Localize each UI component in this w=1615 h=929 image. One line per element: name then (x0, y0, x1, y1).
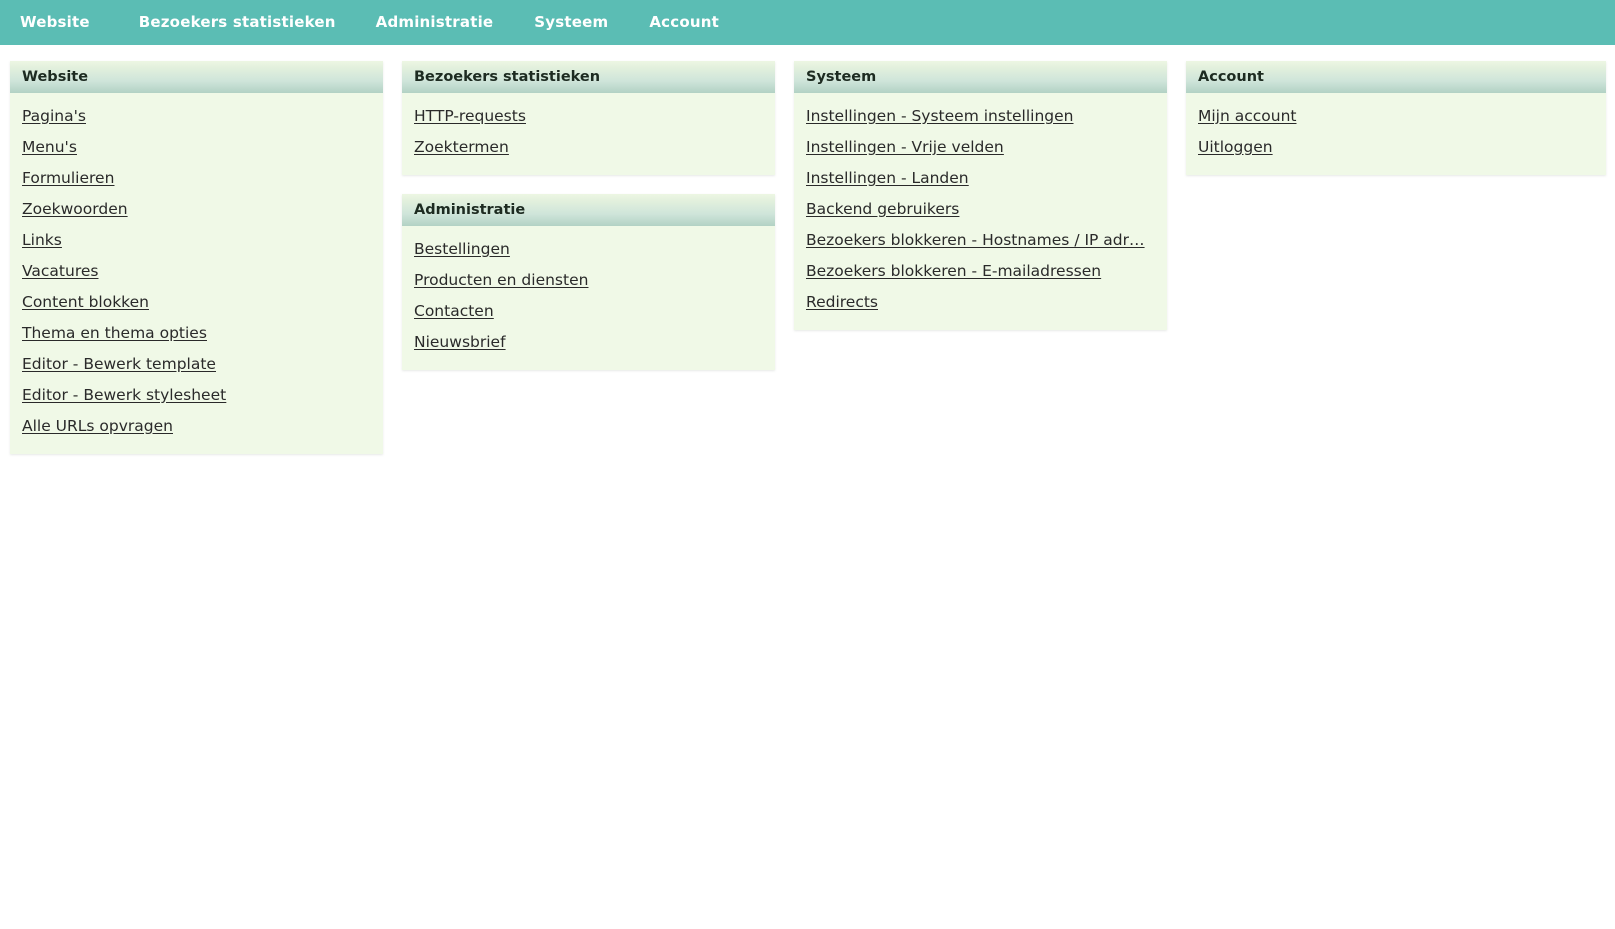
link-label: Producten en diensten (414, 271, 589, 289)
nav-item-account[interactable]: Account (649, 0, 719, 45)
link-label: Alle URLs opvragen (22, 417, 173, 435)
panel-links-administratie: Bestellingen Producten en diensten Conta… (402, 226, 775, 370)
link-producten-en-diensten[interactable]: Producten en diensten (402, 265, 775, 296)
nav-item-systeem[interactable]: Systeem (534, 0, 608, 45)
link-bezoekers-blokkeren-emailadressen[interactable]: Bezoekers blokkeren - E-mailadressen (794, 256, 1167, 287)
link-alle-urls-opvragen[interactable]: Alle URLs opvragen (10, 411, 383, 442)
panel-title-systeem: Systeem (794, 61, 1167, 93)
link-label: Pagina's (22, 107, 86, 125)
link-formulieren[interactable]: Formulieren (10, 163, 383, 194)
panel-website: Website Pagina's Menu's Formulieren Zoek… (10, 61, 383, 454)
panel-title-website: Website (10, 61, 383, 93)
link-label: Bestellingen (414, 240, 510, 258)
link-label: Editor - Bewerk template (22, 355, 216, 373)
link-label: Thema en thema opties (22, 324, 207, 342)
link-editor-bewerk-template[interactable]: Editor - Bewerk template (10, 349, 383, 380)
nav-item-administratie[interactable]: Administratie (376, 0, 494, 45)
link-content-blokken[interactable]: Content blokken (10, 287, 383, 318)
link-instellingen-vrije-velden[interactable]: Instellingen - Vrije velden (794, 132, 1167, 163)
link-label: Editor - Bewerk stylesheet (22, 386, 227, 404)
panel-links-account: Mijn account Uitloggen (1186, 93, 1606, 175)
link-contacten[interactable]: Contacten (402, 296, 775, 327)
column-website: Website Pagina's Menu's Formulieren Zoek… (10, 61, 383, 473)
panel-links-website: Pagina's Menu's Formulieren Zoekwoorden … (10, 93, 383, 454)
link-zoektermen[interactable]: Zoektermen (402, 132, 775, 163)
column-bezoekers-administratie: Bezoekers statistieken HTTP-requests Zoe… (402, 61, 775, 389)
link-instellingen-systeem-instellingen[interactable]: Instellingen - Systeem instellingen (794, 101, 1167, 132)
link-http-requests[interactable]: HTTP-requests (402, 101, 775, 132)
link-label: Content blokken (22, 293, 149, 311)
link-label: Uitloggen (1198, 138, 1273, 156)
link-label: Redirects (806, 293, 878, 311)
link-label: Instellingen - Systeem instellingen (806, 107, 1074, 125)
link-label: Instellingen - Landen (806, 169, 969, 187)
link-label: HTTP-requests (414, 107, 526, 125)
link-menus[interactable]: Menu's (10, 132, 383, 163)
link-label: Formulieren (22, 169, 115, 187)
link-label: Bezoekers blokkeren - Hostnames / IP adr… (806, 231, 1145, 249)
panel-links-systeem: Instellingen - Systeem instellingen Inst… (794, 93, 1167, 330)
link-bestellingen[interactable]: Bestellingen (402, 234, 775, 265)
link-backend-gebruikers[interactable]: Backend gebruikers (794, 194, 1167, 225)
link-instellingen-landen[interactable]: Instellingen - Landen (794, 163, 1167, 194)
link-thema-en-thema-opties[interactable]: Thema en thema opties (10, 318, 383, 349)
column-account: Account Mijn account Uitloggen (1186, 61, 1606, 194)
link-label: Nieuwsbrief (414, 333, 506, 351)
nav-item-bezoekers-statistieken[interactable]: Bezoekers statistieken (139, 0, 336, 45)
link-label: Instellingen - Vrije velden (806, 138, 1004, 156)
main-navigation-bar: Website Bezoekers statistieken Administr… (0, 0, 1615, 45)
link-uitloggen[interactable]: Uitloggen (1186, 132, 1606, 163)
panel-bezoekers-statistieken: Bezoekers statistieken HTTP-requests Zoe… (402, 61, 775, 175)
link-links[interactable]: Links (10, 225, 383, 256)
link-nieuwsbrief[interactable]: Nieuwsbrief (402, 327, 775, 358)
panel-title-administratie: Administratie (402, 194, 775, 226)
link-label: Vacatures (22, 262, 99, 280)
link-label: Links (22, 231, 62, 249)
link-label: Contacten (414, 302, 494, 320)
panel-title-account: Account (1186, 61, 1606, 93)
link-bezoekers-blokkeren-hostnames-ip[interactable]: Bezoekers blokkeren - Hostnames / IP adr… (794, 225, 1167, 256)
link-label: Zoektermen (414, 138, 509, 156)
panel-systeem: Systeem Instellingen - Systeem instellin… (794, 61, 1167, 330)
panel-title-bezoekers-statistieken: Bezoekers statistieken (402, 61, 775, 93)
link-vacatures[interactable]: Vacatures (10, 256, 383, 287)
link-redirects[interactable]: Redirects (794, 287, 1167, 318)
link-label: Mijn account (1198, 107, 1297, 125)
link-mijn-account[interactable]: Mijn account (1186, 101, 1606, 132)
panel-account: Account Mijn account Uitloggen (1186, 61, 1606, 175)
link-label: Menu's (22, 138, 77, 156)
panel-administratie: Administratie Bestellingen Producten en … (402, 194, 775, 370)
link-label: Bezoekers blokkeren - E-mailadressen (806, 262, 1102, 280)
link-paginas[interactable]: Pagina's (10, 101, 383, 132)
link-editor-bewerk-stylesheet[interactable]: Editor - Bewerk stylesheet (10, 380, 383, 411)
link-label: Backend gebruikers (806, 200, 960, 218)
link-zoekwoorden[interactable]: Zoekwoorden (10, 194, 383, 225)
link-label: Zoekwoorden (22, 200, 128, 218)
nav-item-website[interactable]: Website (20, 0, 90, 45)
panel-links-bezoekers-statistieken: HTTP-requests Zoektermen (402, 93, 775, 175)
column-systeem: Systeem Instellingen - Systeem instellin… (794, 61, 1167, 349)
